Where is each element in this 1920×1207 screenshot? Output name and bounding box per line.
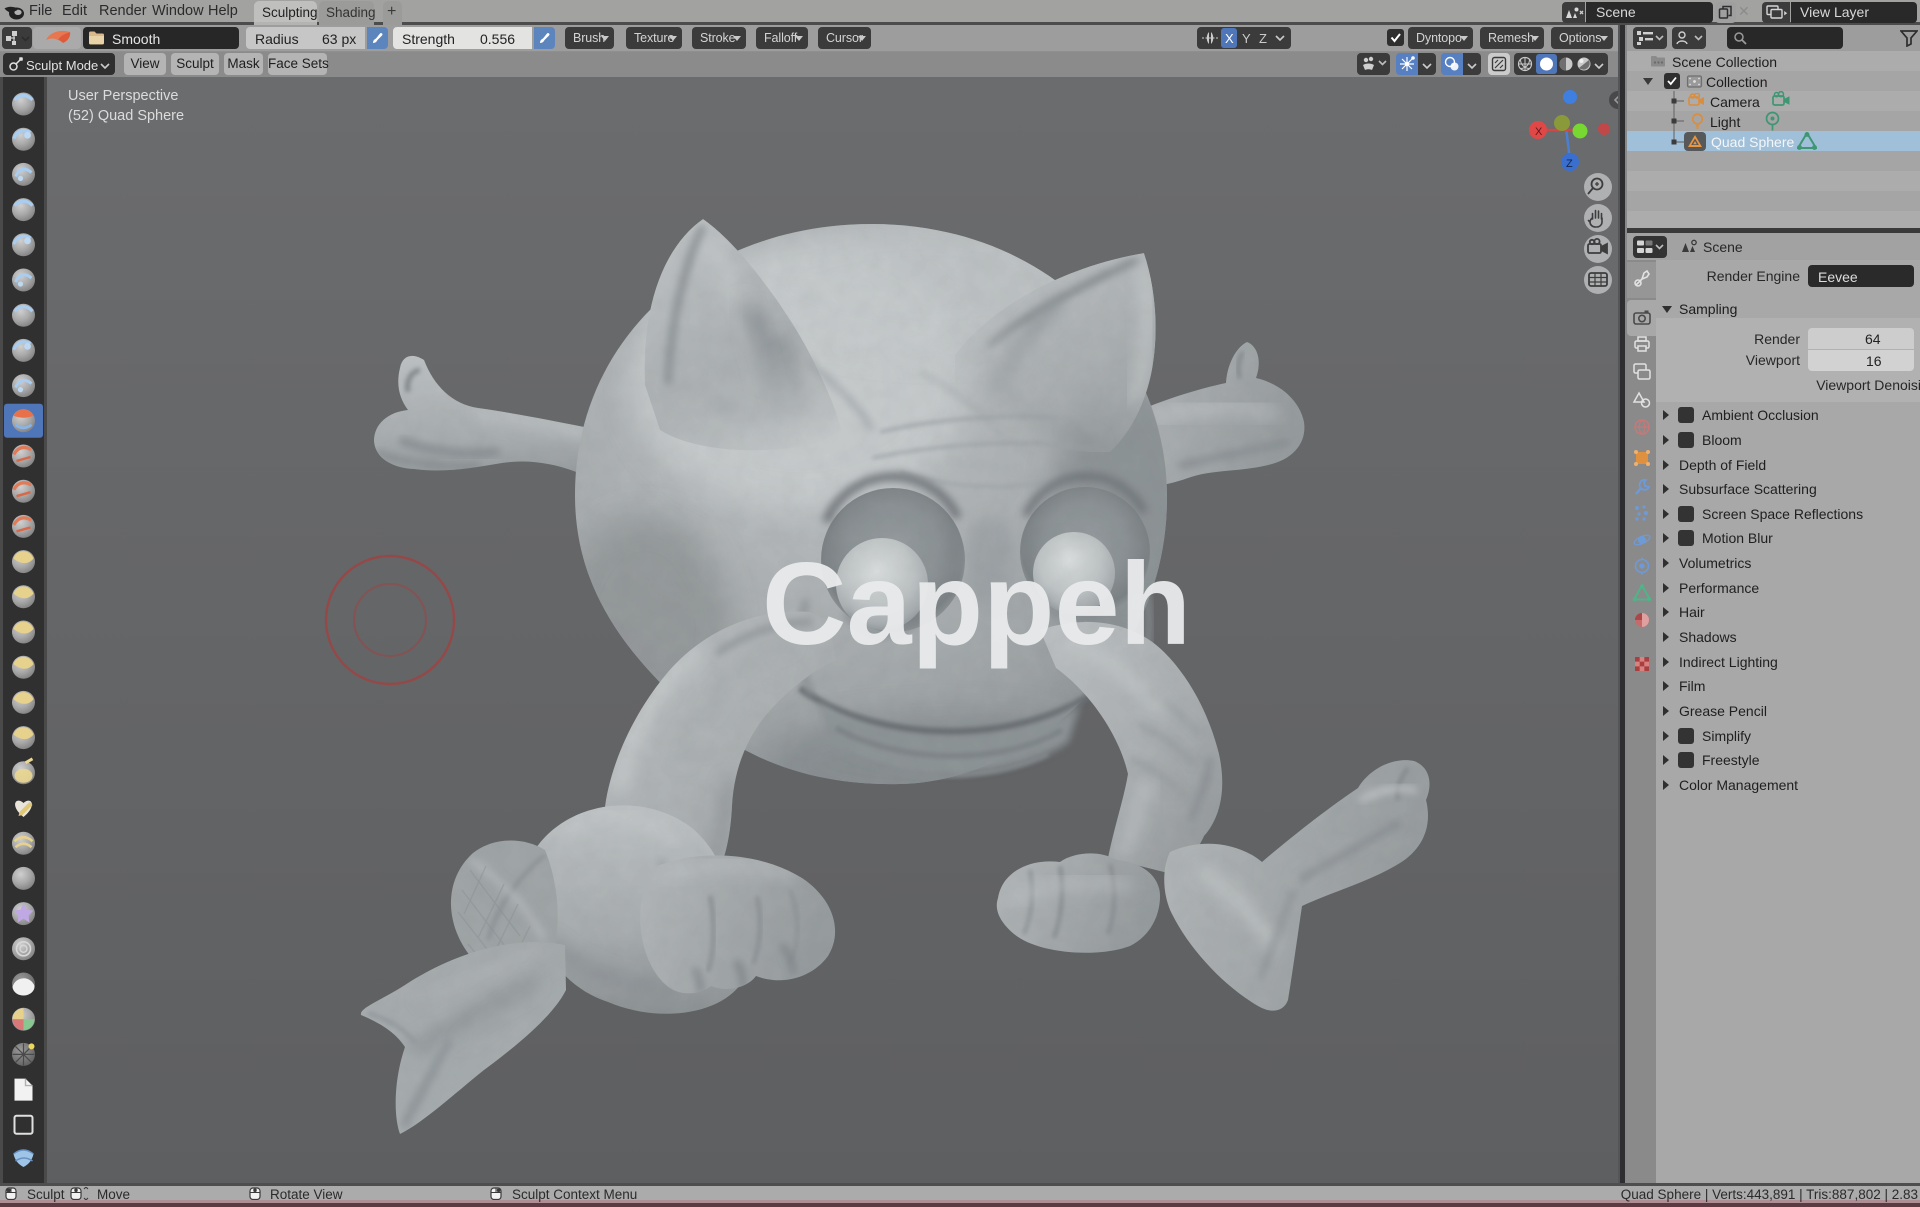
svg-text:User Perspective: User Perspective <box>68 88 178 104</box>
svg-text:X: X <box>1535 126 1543 138</box>
svg-text:Cappeh: Cappeh <box>762 538 1191 669</box>
svg-text:(52) Quad Sphere: (52) Quad Sphere <box>68 108 184 124</box>
svg-text:Z: Z <box>1566 158 1573 170</box>
